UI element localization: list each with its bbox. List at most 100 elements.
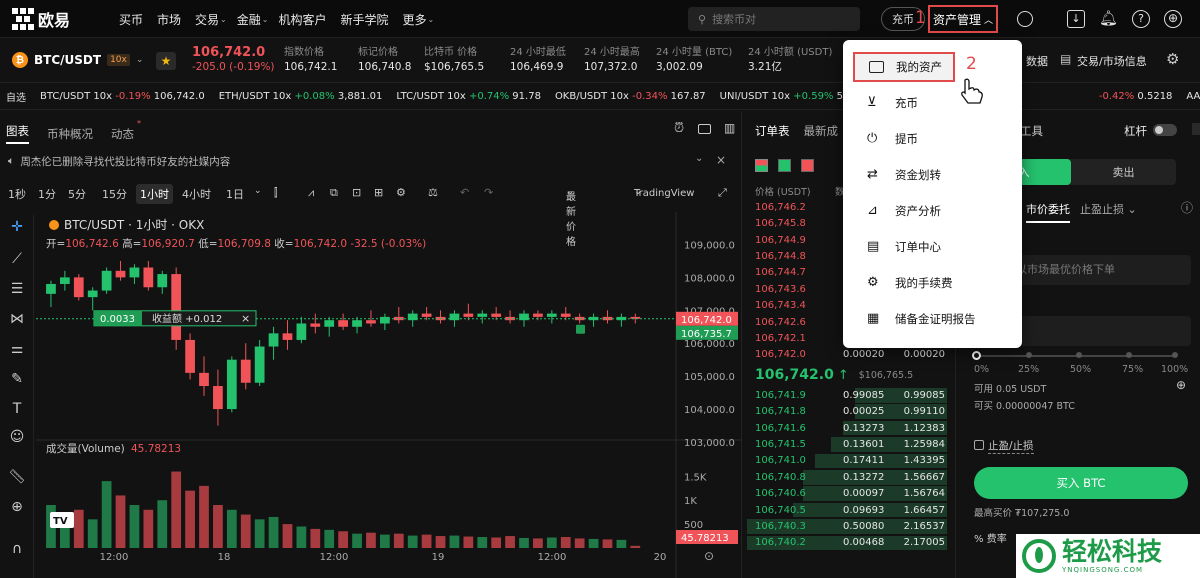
zoom-in-icon[interactable]: ⊕ bbox=[8, 499, 26, 517]
nav-market[interactable]: 市场 bbox=[150, 11, 188, 28]
menu-item-proof-of-reserves[interactable]: ▦ 储备金证明报告 bbox=[853, 304, 1015, 334]
search-input[interactable]: ⚲ 搜索币对 bbox=[688, 7, 860, 31]
ruler-icon[interactable]: 📏︎ bbox=[8, 469, 26, 487]
interval-1s[interactable]: 1秒 bbox=[8, 186, 26, 202]
pattern-icon[interactable]: ⋈ bbox=[8, 311, 26, 329]
tab-latest-trades[interactable]: 最新成 bbox=[804, 123, 839, 139]
layout-icon[interactable]: ▥ bbox=[724, 121, 735, 135]
template-icon[interactable]: ⊡ bbox=[352, 186, 361, 199]
lines-icon[interactable]: ☰ bbox=[8, 281, 26, 299]
interval-1d[interactable]: 1日 bbox=[226, 186, 244, 202]
tab-feed[interactable]: 动态 bbox=[111, 126, 134, 142]
tab-chart[interactable]: 图表 bbox=[6, 123, 29, 144]
book-both-icon[interactable] bbox=[755, 159, 768, 172]
nav-institutional[interactable]: 机构客户 bbox=[271, 11, 333, 28]
interval-1m[interactable]: 1分 bbox=[38, 186, 56, 202]
interval-15m[interactable]: 15分 bbox=[102, 186, 127, 202]
menu-item-deposit[interactable]: ⊻ 充币 bbox=[853, 88, 1015, 118]
chevron-down-icon[interactable]: ⌄ bbox=[254, 186, 262, 196]
menu-item-withdraw[interactable]: ⏻ 提币 bbox=[853, 124, 1015, 154]
brush-icon[interactable]: ✎ bbox=[8, 371, 26, 389]
book-bids-icon[interactable] bbox=[778, 159, 791, 172]
window-icon[interactable] bbox=[698, 124, 711, 134]
globe-icon[interactable]: ⊕ bbox=[1164, 10, 1182, 28]
text-icon[interactable]: T bbox=[8, 401, 26, 419]
menu-item-my-assets[interactable]: 我的资产 bbox=[853, 52, 955, 82]
watch-item[interactable]: LTC/USDT 10x +0.74% 91.78 bbox=[396, 91, 541, 102]
indicator-icon[interactable]: ⩘ bbox=[308, 186, 314, 200]
ask-row[interactable]: 106,742.0 0.00020 0.00020 bbox=[743, 347, 955, 364]
help-icon[interactable]: ? bbox=[1132, 10, 1150, 28]
tpsl-checkbox[interactable] bbox=[974, 440, 984, 450]
magnet-icon[interactable]: ∩ bbox=[8, 541, 26, 559]
bid-row[interactable]: 106,740.6 0.00097 1.56764 bbox=[743, 485, 955, 502]
sell-tab[interactable]: 卖出 bbox=[1071, 159, 1176, 185]
news-notice[interactable]: 🔈︎ 周杰伦已删除寻找代投比特币好友的社媒内容 bbox=[0, 150, 742, 172]
candle-body bbox=[296, 323, 307, 340]
fullscreen-icon[interactable]: ⤢ bbox=[718, 186, 727, 200]
interval-5m[interactable]: 5分 bbox=[68, 186, 86, 202]
data-link[interactable]: 数据 bbox=[1026, 53, 1048, 69]
bid-row[interactable]: 106,741.6 0.13273 1.12383 bbox=[743, 420, 955, 437]
favorite-star-icon[interactable]: ★ bbox=[156, 52, 176, 70]
undo-icon[interactable]: ↶ bbox=[460, 186, 469, 199]
settings-gear-icon[interactable]: ⚙ bbox=[1166, 50, 1179, 68]
user-icon[interactable] bbox=[1017, 11, 1033, 27]
candlestick-chart[interactable]: BTC/USDT · 1小时 · OKX 开=106,742.6 高=106,92… bbox=[36, 212, 742, 578]
market-info-link[interactable]: 交易/市场信息 bbox=[1077, 53, 1147, 69]
bid-row[interactable]: 106,741.8 0.00025 0.99110 bbox=[743, 403, 955, 420]
menu-item-transfer[interactable]: ⇄ 资金划转 bbox=[853, 160, 1015, 190]
compare-icon[interactable]: ⧉ bbox=[330, 186, 338, 200]
menu-item-order-center[interactable]: ▤ 订单中心 bbox=[853, 232, 1015, 262]
alarm-add-icon[interactable]: ⏰︎ bbox=[674, 121, 684, 136]
menu-item-asset-analysis[interactable]: ⊿ 资产分析 bbox=[853, 196, 1015, 226]
candle-type-icon[interactable]: ⫿ bbox=[274, 186, 278, 200]
watch-item[interactable]: -0.42% 0.5218 bbox=[1099, 91, 1173, 102]
watch-item[interactable]: BTC/USDT 10x -0.19% 106,742.0 bbox=[40, 91, 205, 102]
trendline-icon[interactable]: ⟋ bbox=[8, 251, 26, 269]
leverage-toggle[interactable] bbox=[1153, 124, 1177, 136]
chevron-down-icon[interactable]: ⌄ bbox=[695, 153, 703, 164]
download-icon[interactable]: ↓ bbox=[1067, 10, 1085, 28]
interval-4h[interactable]: 4小时 bbox=[182, 186, 211, 202]
bid-row[interactable]: 106,741.9 0.99085 0.99085 bbox=[743, 387, 955, 404]
fee-rate-link[interactable]: % 费率 bbox=[974, 530, 1007, 545]
book-asks-icon[interactable] bbox=[801, 159, 814, 172]
chart-engine-select[interactable]: TradingView ⌄ bbox=[634, 186, 694, 199]
bid-row[interactable]: 106,740.3 0.50080 2.16537 bbox=[743, 518, 955, 535]
redo-icon[interactable]: ↷ bbox=[484, 186, 493, 199]
screenshot-icon[interactable]: ⊞ bbox=[374, 186, 383, 199]
watch-item[interactable]: ETH/USDT 10x +0.08% 3,881.01 bbox=[219, 91, 383, 102]
market-order-tab[interactable]: 市价委托 bbox=[1026, 201, 1070, 223]
watch-item[interactable]: OKB/USDT 10x -0.34% 167.87 bbox=[555, 91, 706, 102]
watch-item[interactable]: AAVE/U bbox=[1186, 91, 1200, 102]
bid-row[interactable]: 106,741.5 0.13601 1.25984 bbox=[743, 436, 955, 453]
pair-selector[interactable]: ₿ BTC/USDT 10x ⌄ bbox=[12, 52, 143, 68]
add-funds-icon[interactable]: ⊕ bbox=[1176, 378, 1186, 392]
asset-management-button[interactable]: 资产管理 ︿ bbox=[928, 5, 998, 33]
buy-btc-button[interactable]: 买入 BTC bbox=[974, 467, 1188, 499]
tab-order-book[interactable]: 订单表 bbox=[755, 123, 790, 139]
price-type-select[interactable]: 最新价格 ⌄ bbox=[566, 186, 576, 248]
scrollbar[interactable] bbox=[1192, 123, 1200, 135]
scale-icon[interactable]: ⚖ bbox=[428, 186, 438, 199]
tab-coin-overview[interactable]: 币种概况 bbox=[47, 126, 93, 142]
settings-gear-icon[interactable]: ⚙ bbox=[396, 186, 406, 199]
okx-logo[interactable]: 欧易 bbox=[12, 7, 70, 31]
tpsl-order-tab[interactable]: 止盈止损 ⌄ bbox=[1080, 201, 1137, 217]
info-icon[interactable]: ⓘ bbox=[1181, 199, 1193, 216]
nav-academy[interactable]: 新手学院 bbox=[333, 11, 395, 28]
close-icon[interactable]: × bbox=[716, 153, 726, 167]
menu-item-my-fees[interactable]: ⚙ 我的手续费 bbox=[853, 268, 1015, 298]
fib-icon[interactable]: ⚌ bbox=[8, 341, 26, 359]
nav-buy-crypto[interactable]: 买币 bbox=[112, 11, 150, 28]
crosshair-icon[interactable]: ✛ bbox=[8, 219, 26, 237]
interval-1h[interactable]: 1小时 bbox=[136, 184, 173, 204]
bid-row[interactable]: 106,740.2 0.00468 2.17005 bbox=[743, 535, 955, 552]
bell-icon[interactable]: 🔔︎ bbox=[1099, 9, 1118, 27]
bid-row[interactable]: 106,741.0 0.17411 1.43395 bbox=[743, 453, 955, 470]
bid-row[interactable]: 106,740.5 0.09693 1.66457 bbox=[743, 502, 955, 519]
amount-slider[interactable] bbox=[972, 351, 1178, 360]
bid-row[interactable]: 106,740.8 0.13272 1.56667 bbox=[743, 469, 955, 486]
emoji-icon[interactable]: ☺ bbox=[8, 429, 26, 447]
